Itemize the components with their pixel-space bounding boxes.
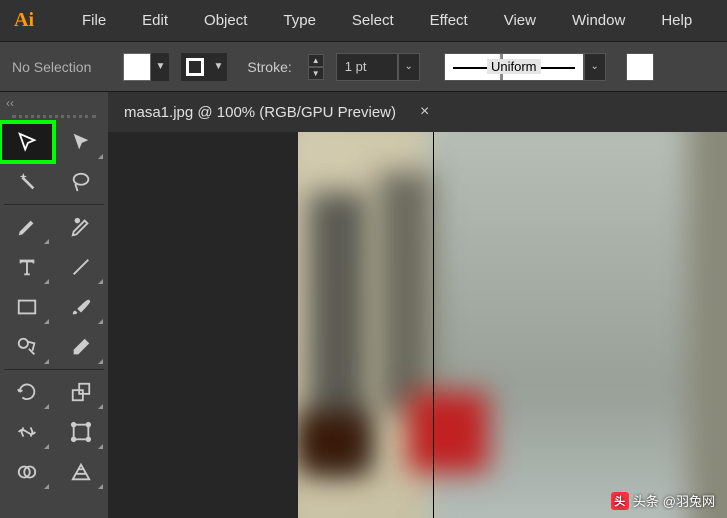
free-transform-icon: [70, 421, 92, 443]
brush-definition[interactable]: [626, 53, 654, 81]
stroke-weight-value[interactable]: 1 pt: [336, 53, 398, 81]
pen-icon: [16, 216, 38, 238]
toolbar: ‹‹: [0, 92, 108, 518]
document-area: masa1.jpg @ 100% (RGB/GPU Preview) × 头 头…: [108, 92, 727, 518]
scale-tool[interactable]: [54, 372, 108, 412]
toolbar-collapse[interactable]: ‹‹: [0, 94, 108, 112]
shape-builder-icon: [16, 461, 38, 483]
menu-edit[interactable]: Edit: [124, 12, 186, 29]
magic-wand-tool[interactable]: [0, 162, 54, 202]
workspace: ‹‹: [0, 92, 727, 518]
menu-select[interactable]: Select: [334, 12, 412, 29]
menu-file[interactable]: File: [64, 12, 124, 29]
paintbrush-icon: [70, 296, 92, 318]
line-tool[interactable]: [54, 247, 108, 287]
menu-type[interactable]: Type: [265, 12, 334, 29]
stroke-profile-label: Uniform: [487, 59, 541, 74]
rotate-tool[interactable]: [0, 372, 54, 412]
shape-builder-tool[interactable]: [0, 452, 54, 492]
line-icon: [70, 256, 92, 278]
free-transform-tool[interactable]: [54, 412, 108, 452]
stroke-down[interactable]: ▼: [308, 67, 324, 80]
shaper-icon: [16, 336, 38, 358]
fill-dropdown[interactable]: ▼: [151, 53, 169, 81]
watermark-text: @羽兔网: [663, 491, 715, 510]
watermark-prefix: 头条: [633, 491, 659, 510]
rectangle-tool[interactable]: [0, 287, 54, 327]
stroke-label: Stroke:: [247, 59, 291, 75]
document-tab-title[interactable]: masa1.jpg @ 100% (RGB/GPU Preview): [124, 104, 396, 121]
eraser-tool[interactable]: [54, 327, 108, 367]
pen-tool[interactable]: [0, 207, 54, 247]
menu-effect[interactable]: Effect: [412, 12, 486, 29]
menu-bar: Ai File Edit Object Type Select Effect V…: [0, 0, 727, 42]
type-icon: [16, 256, 38, 278]
watermark: 头 头条 @羽兔网: [611, 491, 715, 510]
curvature-icon: [70, 216, 92, 238]
document-tab-close[interactable]: ×: [420, 103, 429, 121]
canvas-image: [298, 132, 727, 518]
canvas[interactable]: 头 头条 @羽兔网: [298, 132, 727, 518]
toolbar-grip[interactable]: [12, 112, 96, 118]
selection-info: No Selection: [12, 59, 91, 75]
stroke-color-dropdown[interactable]: ▼: [209, 53, 227, 81]
lasso-tool[interactable]: [54, 162, 108, 202]
menu-help[interactable]: Help: [643, 12, 710, 29]
vertical-guide[interactable]: [433, 132, 434, 518]
stroke-color-swatch[interactable]: [181, 53, 209, 81]
direct-selection-tool[interactable]: [54, 122, 108, 162]
menu-window[interactable]: Window: [554, 12, 643, 29]
fill-color-swatch[interactable]: [123, 53, 151, 81]
selection-arrow-icon: [16, 131, 38, 153]
width-tool[interactable]: [0, 412, 54, 452]
direct-selection-icon: [70, 131, 92, 153]
stroke-stepper[interactable]: ▲ ▼: [308, 54, 324, 80]
rotate-icon: [16, 381, 38, 403]
perspective-icon: [70, 461, 92, 483]
magic-wand-icon: [16, 171, 38, 193]
paintbrush-tool[interactable]: [54, 287, 108, 327]
watermark-icon: 头: [611, 492, 629, 510]
rectangle-icon: [16, 296, 38, 318]
lasso-icon: [70, 171, 92, 193]
shaper-tool[interactable]: [0, 327, 54, 367]
eraser-icon: [70, 336, 92, 358]
menu-object[interactable]: Object: [186, 12, 265, 29]
stroke-weight-dropdown[interactable]: ⌄: [398, 53, 420, 81]
type-tool[interactable]: [0, 247, 54, 287]
logo-text: Ai: [14, 9, 34, 32]
menu-view[interactable]: View: [486, 12, 554, 29]
app-logo: Ai: [8, 5, 40, 37]
scale-icon: [70, 381, 92, 403]
perspective-tool[interactable]: [54, 452, 108, 492]
document-tab-bar: masa1.jpg @ 100% (RGB/GPU Preview) ×: [108, 92, 727, 132]
selection-tool[interactable]: [0, 122, 54, 162]
curvature-tool[interactable]: [54, 207, 108, 247]
control-bar: No Selection ▼ ▼ Stroke: ▲ ▼ 1 pt ⌄ Unif…: [0, 42, 727, 92]
stroke-profile-dropdown[interactable]: ⌄: [584, 53, 606, 81]
stroke-up[interactable]: ▲: [308, 54, 324, 67]
width-icon: [16, 421, 38, 443]
stroke-profile[interactable]: Uniform: [444, 53, 584, 81]
